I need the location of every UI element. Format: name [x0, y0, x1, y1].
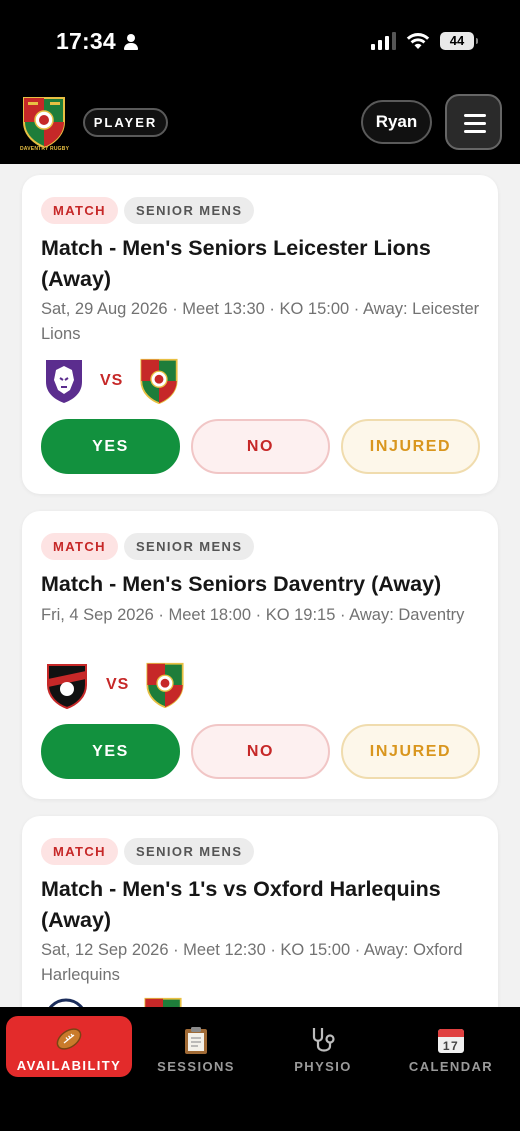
role-badge[interactable]: PLAYER	[83, 108, 168, 137]
no-button[interactable]: NO	[191, 419, 330, 474]
fixture-meta: Fri, 4 Sep 2026 · Meet 18:00 · KO 19:15 …	[41, 606, 465, 624]
team-tag: SENIOR MENS	[123, 838, 255, 865]
injured-button[interactable]: INJURED	[341, 724, 480, 779]
fixture-teams: VS	[44, 661, 185, 709]
fixture-title: Match - Men's Seniors Leicester Lions (A…	[41, 236, 431, 291]
battery-icon: 44	[440, 32, 478, 50]
stethoscope-icon	[312, 1028, 335, 1052]
fixture-type-tag: MATCH	[41, 838, 118, 865]
nav-availability[interactable]: AVAILABILITY	[6, 1016, 132, 1077]
yes-button[interactable]: YES	[41, 724, 180, 779]
team-tag: SENIOR MENS	[123, 533, 255, 560]
fixture-title: Match - Men's Seniors Daventry (Away)	[41, 572, 442, 596]
injured-button[interactable]: INJURED	[341, 419, 480, 474]
status-indicators: 44	[371, 32, 478, 50]
app-header: DAVENTRY RUGBY PLAYER Ryan	[0, 82, 520, 164]
fixture-meta: Sat, 29 Aug 2026 · Meet 13:30 · KO 15:00…	[41, 300, 480, 343]
home-crest-icon	[146, 662, 184, 708]
cellular-signal-icon	[371, 32, 396, 50]
nav-calendar[interactable]: 17 CALENDAR	[388, 1017, 514, 1077]
bottom-nav: AVAILABILITY SESSIONS PHYSIO 17 CALENDAR	[0, 1007, 520, 1131]
home-crest-icon	[144, 997, 182, 1007]
nav-physio[interactable]: PHYSIO	[260, 1017, 386, 1077]
person-icon	[122, 33, 140, 51]
versus-label: VS	[100, 372, 124, 389]
fixture-type-tag: MATCH	[41, 533, 118, 560]
menu-button[interactable]	[445, 94, 502, 150]
wifi-icon	[406, 33, 430, 49]
fixture-card: MATCH SENIOR MENS Match - Men's Seniors …	[22, 511, 498, 799]
fixture-card: MATCH SENIOR MENS Match - Men's Seniors …	[22, 175, 498, 494]
no-button[interactable]: NO	[191, 724, 330, 779]
nav-sessions[interactable]: SESSIONS	[133, 1017, 259, 1077]
calendar-icon: 17	[438, 1029, 464, 1053]
fixture-meta: Sat, 12 Sep 2026 · Meet 12:30 · KO 15:00…	[41, 941, 463, 984]
opponent-crest-icon	[46, 360, 82, 403]
opponent-crest-icon	[47, 664, 87, 709]
user-profile-button[interactable]: Ryan	[361, 100, 432, 144]
availability-actions: YES NO INJURED	[41, 419, 480, 474]
fixtures-list[interactable]: MATCH SENIOR MENS Match - Men's Seniors …	[0, 164, 520, 1007]
opponent-crest-icon	[48, 998, 84, 1007]
home-crest-icon	[140, 358, 178, 404]
fixture-type-tag: MATCH	[41, 197, 118, 224]
hamburger-icon	[464, 114, 486, 117]
status-time: 17:34	[56, 28, 140, 55]
clock-text: 17:34	[56, 28, 116, 54]
team-tag: SENIOR MENS	[123, 197, 255, 224]
yes-button[interactable]: YES	[41, 419, 180, 474]
status-bar: 17:34 44	[0, 0, 520, 82]
availability-actions: YES NO INJURED	[41, 724, 480, 779]
calendar-day-text: 17	[443, 1039, 459, 1053]
fixture-title: Match - Men's 1's vs Oxford Harlequins (…	[41, 877, 441, 932]
versus-label: VS	[106, 676, 130, 693]
fixture-teams: VS	[44, 358, 179, 404]
rugby-ball-icon	[56, 1028, 82, 1050]
club-crest-logo[interactable]	[22, 96, 66, 148]
clipboard-icon	[185, 1027, 207, 1054]
fixture-card: MATCH SENIOR MENS Match - Men's 1's vs O…	[22, 816, 498, 1007]
fixture-teams: VS	[44, 997, 183, 1007]
club-name-caption: DAVENTRY RUGBY	[20, 146, 70, 152]
